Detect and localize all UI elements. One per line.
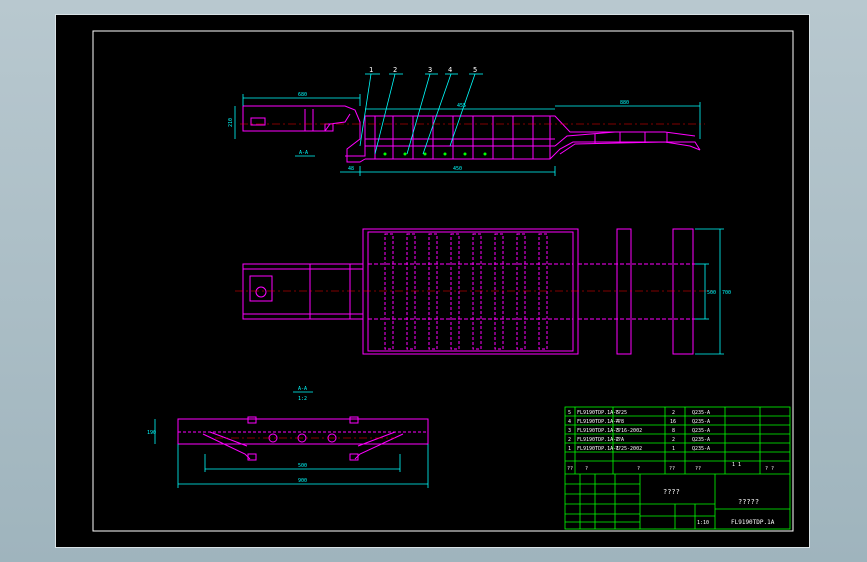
svg-text:3: 3 [568,428,571,434]
svg-text:FL9190TDP.1A-3: FL9190TDP.1A-3 [577,428,619,434]
part-row: 2 FL9190TDP.1A-2 ??A 2 Q235-A [568,437,710,443]
part-row: 3 FL9190TDP.1A-3 ??16-2002 8 Q235-A [568,428,710,434]
section-title: A-A [298,386,307,392]
dim-sec-h: 190 [147,430,156,436]
dim-top-mid: 455 [457,103,466,109]
callout-1: 1 [369,66,373,74]
svg-text:??25: ??25 [615,410,627,416]
dim-plan-inner: 500 [707,290,716,296]
drawing-title-2: ????? [738,498,759,506]
dim-top-bottom-left: 48 [348,166,354,172]
svg-text:?: ? [637,466,640,472]
dim-sec-inner: 500 [298,463,307,469]
drawing-number: FL9190TDP.1A [731,519,775,526]
svg-text:2: 2 [568,437,571,443]
drawing-title: ???? [663,488,680,496]
parts-list: 5 FL9190TDP.1A-5 ??25 2 Q235-A 4 FL9190T… [567,410,774,472]
part-row: 1 FL9190TDP.1A-1 ??25-2002 1 Q235-A [568,446,710,452]
section-view[interactable] [154,391,429,488]
dim-plan-width: 700 [722,290,731,296]
svg-text:1 1: 1 1 [732,462,741,468]
svg-text:??25-2002: ??25-2002 [615,446,642,452]
svg-text:??8: ??8 [615,419,624,425]
part-row: 4 FL9190TDP.1A-4 ??8 16 Q235-A [568,419,710,425]
svg-text:FL9190TDP.1A-1: FL9190TDP.1A-1 [577,446,619,452]
drawing-sheet[interactable]: 1 2 3 4 5 680 210 455 880 450 48 A-A 500… [55,14,810,548]
svg-text:16: 16 [670,419,676,425]
svg-text:2: 2 [672,410,675,416]
callout-4: 4 [448,66,452,74]
dim-top-right: 880 [620,100,629,106]
svg-text:Q235-A: Q235-A [692,446,710,452]
section-scale: 1:2 [298,396,307,402]
cad-drawing: 1 2 3 4 5 680 210 455 880 450 48 A-A 500… [92,30,794,532]
svg-text:Q235-A: Q235-A [692,437,710,443]
dim-sec-total: 900 [298,478,307,484]
svg-text:8: 8 [672,428,675,434]
svg-text:Q235-A: Q235-A [692,428,710,434]
svg-text:4: 4 [568,419,571,425]
section-label-1: A-A [299,150,308,156]
cad-viewport[interactable]: 1 2 3 4 5 680 210 455 880 450 48 A-A 500… [0,0,867,562]
svg-text:??: ?? [567,466,573,472]
svg-text:5: 5 [568,410,571,416]
svg-text:??16-2002: ??16-2002 [615,428,642,434]
svg-text:1: 1 [568,446,571,452]
callout-3: 3 [428,66,432,74]
svg-text:FL9190TDP.1A-2: FL9190TDP.1A-2 [577,437,619,443]
svg-text:? ?: ? ? [765,466,774,472]
svg-text:Q235-A: Q235-A [692,410,710,416]
header-row: ?? ? ? ?? ?? 1 1 ? ? [567,462,774,472]
svg-text:??: ?? [695,466,701,472]
svg-text:?: ? [585,466,588,472]
svg-text:??: ?? [669,466,675,472]
plan-view[interactable] [235,228,724,355]
drawing-scale: 1:10 [697,520,709,526]
callout-5: 5 [473,66,477,74]
part-row: 5 FL9190TDP.1A-5 ??25 2 Q235-A [568,410,710,416]
svg-text:FL9190TDP.1A-5: FL9190TDP.1A-5 [577,410,619,416]
svg-text:??A: ??A [615,437,624,443]
title-block[interactable] [564,406,791,530]
dim-top-left-len: 680 [298,92,307,98]
svg-text:2: 2 [672,437,675,443]
svg-text:Q235-A: Q235-A [692,419,710,425]
svg-text:1: 1 [672,446,675,452]
elevation-view[interactable] [234,73,705,176]
svg-text:FL9190TDP.1A-4: FL9190TDP.1A-4 [577,419,619,425]
callout-2: 2 [393,66,397,74]
dim-top-bottom: 450 [453,166,462,172]
dim-top-left-h: 210 [228,118,234,127]
